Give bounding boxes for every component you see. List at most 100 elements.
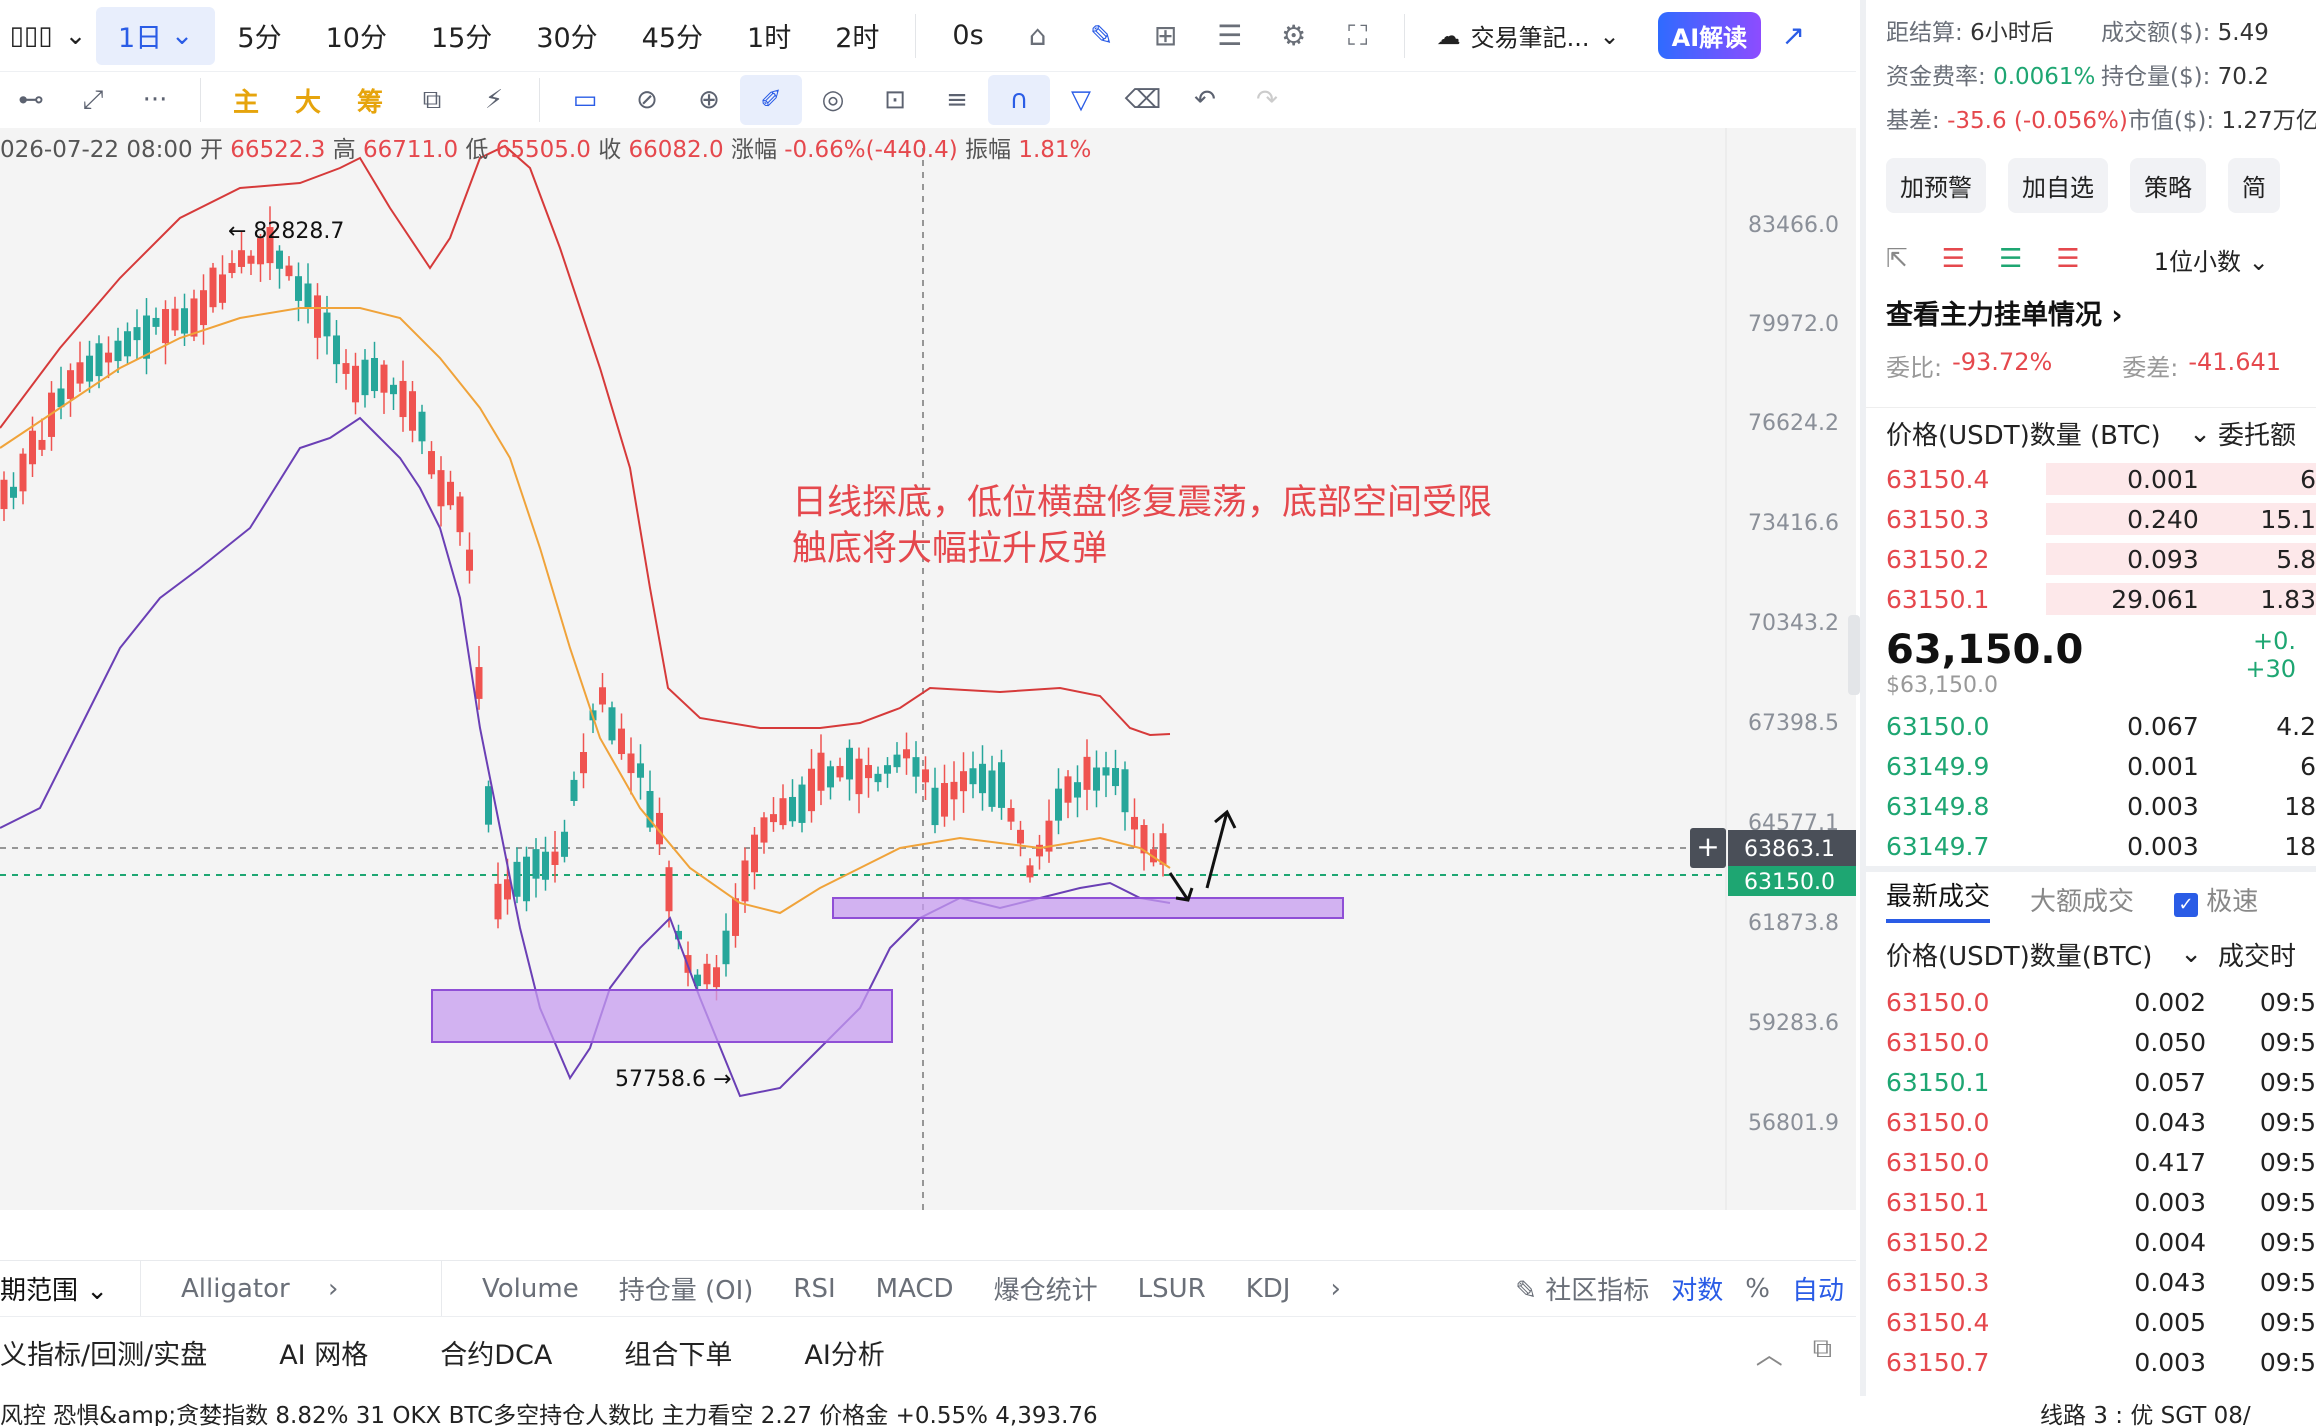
decimal-selector[interactable]: 1位小数 ⌄ <box>2154 242 2269 277</box>
add-chart-icon[interactable]: ⊞ <box>1134 7 1198 65</box>
list-icon[interactable]: ☰ <box>1198 7 1262 65</box>
more-tools-button[interactable]: ··· <box>124 75 186 125</box>
log-scale-toggle[interactable]: 对数 <box>1671 1270 1723 1307</box>
chevron-down-icon[interactable]: ⌄ <box>2182 419 2218 449</box>
interval-1h[interactable]: 1时 <box>725 7 813 65</box>
settings-icon[interactable]: ⚙ <box>1262 7 1326 65</box>
big-order-button[interactable]: 大 <box>277 75 339 125</box>
interval-15m[interactable]: 15分 <box>409 7 514 65</box>
feature-tab-strategy[interactable]: 义指标/回测/实盘 <box>0 1333 243 1372</box>
tab-rsi[interactable]: RSI <box>773 1274 855 1304</box>
chevron-right-icon[interactable]: › <box>1310 1274 1360 1304</box>
edit-list-icon[interactable]: ≡ <box>926 75 988 125</box>
community-indicators-button[interactable]: ✎ 社区指标 <box>1515 1270 1649 1307</box>
chart-annotation[interactable]: 日线探底，低位横盘修复震荡，底部空间受限 触底将大幅拉升反弹 <box>792 480 1492 572</box>
interval-2h[interactable]: 2时 <box>813 7 901 65</box>
magnet-icon[interactable]: ∩ <box>988 75 1050 125</box>
big-order-link[interactable]: 查看主力挂单情况 › <box>1866 287 2316 338</box>
simple-button[interactable]: 简 <box>2228 158 2280 213</box>
orderbook-asks-icon[interactable]: ☰ <box>2056 244 2079 274</box>
chart-type-selector[interactable]: ▯▯▯ ⌄ <box>0 21 96 51</box>
brush-icon[interactable]: ✐ <box>740 75 802 125</box>
export-icon[interactable]: ⇱ <box>1886 244 1908 274</box>
feature-tab-combo-order[interactable]: 组合下单 <box>588 1333 768 1372</box>
trade-time: 09:5 <box>2259 1227 2316 1257</box>
tab-volume[interactable]: Volume <box>442 1274 599 1304</box>
auto-scale-toggle[interactable]: 自动 <box>1792 1270 1844 1307</box>
feature-tab-dca[interactable]: 合约DCA <box>404 1333 588 1372</box>
measure-icon[interactable]: ⊘ <box>616 75 678 125</box>
orderbook-row[interactable]: 63150.2 0.093 5.8 <box>1866 539 2316 579</box>
trade-time: 09:5 <box>2259 1267 2316 1297</box>
chevron-down-icon[interactable]: ⌄ <box>2164 939 2218 969</box>
bookmark-icon[interactable]: ▭ <box>554 75 616 125</box>
tab-lsur[interactable]: LSUR <box>1118 1274 1226 1304</box>
candle-body <box>1017 829 1024 844</box>
interval-1d[interactable]: 1日 ⌄ <box>96 6 216 65</box>
feature-tab-ai-grid[interactable]: AI 网格 <box>243 1333 404 1372</box>
tab-kdj[interactable]: KDJ <box>1226 1274 1311 1304</box>
candle-body <box>1055 788 1062 821</box>
fullscreen-icon[interactable]: ⛶ <box>1326 7 1390 65</box>
share-icon[interactable]: ↗ <box>1761 7 1825 65</box>
orderbook-row[interactable]: 63150.1 29.061 1.83 <box>1866 579 2316 619</box>
fast-mode-toggle[interactable]: ✓ 极速 <box>2174 881 2258 918</box>
ruler-icon[interactable]: ⊷ <box>0 75 62 125</box>
undo-icon[interactable]: ↶ <box>1174 75 1236 125</box>
tab-liquidation[interactable]: 爆仓统计 <box>974 1270 1118 1307</box>
trendline-icon[interactable]: ⤢ <box>62 75 124 125</box>
price-change: +0. <box>2252 627 2296 655</box>
orderbook-both-icon[interactable]: ☰ <box>1942 244 1965 274</box>
camera-icon[interactable]: ⌂ <box>1006 7 1070 65</box>
pencil-icon[interactable]: ✎ <box>1070 7 1134 65</box>
orderbook-row[interactable]: 63149.8 0.003 18 <box>1866 786 2316 826</box>
percent-scale-toggle[interactable]: % <box>1745 1274 1770 1304</box>
ai-interpret-button[interactable]: AI解读 <box>1657 12 1762 59</box>
candle-body <box>732 898 739 936</box>
glasses-icon[interactable]: ◎ <box>802 75 864 125</box>
tab-open-interest[interactable]: 持仓量 (OI) <box>599 1270 774 1307</box>
orderbook-row[interactable]: 63150.0 0.067 4.2 <box>1866 706 2316 746</box>
interval-30m[interactable]: 30分 <box>514 7 619 65</box>
orderbook-bids-icon[interactable]: ☰ <box>1999 244 2022 274</box>
panel-collapse-handle[interactable] <box>1848 615 1860 695</box>
alligator-tab[interactable]: Alligator › <box>141 1274 441 1304</box>
add-watchlist-button[interactable]: 加自选 <box>2008 158 2108 213</box>
add-alert-button[interactable]: 加预警 <box>1886 158 1986 213</box>
orderbook-price: 63150.1 <box>1886 584 1990 614</box>
candle-body <box>304 283 312 308</box>
orderbook-row[interactable]: 63150.4 0.001 6 <box>1866 459 2316 499</box>
expand-icon[interactable]: ⧉ <box>1813 1333 1832 1372</box>
orderbook-row[interactable]: 63149.9 0.001 6 <box>1866 746 2316 786</box>
interval-5m[interactable]: 5分 <box>215 7 303 65</box>
chevron-up-icon[interactable]: ︿ <box>1756 1333 1783 1372</box>
magic-wand-icon[interactable]: ⚡ <box>463 75 525 125</box>
candle-body <box>133 327 141 341</box>
main-force-button[interactable]: 主 <box>215 75 277 125</box>
orderbook-row[interactable]: 63149.7 0.003 18 <box>1866 826 2316 866</box>
trade-note-dropdown[interactable]: ☁ 交易筆記... ⌄ <box>1419 18 1638 53</box>
chip-button[interactable]: 筹 <box>339 75 401 125</box>
interval-45m[interactable]: 45分 <box>620 7 725 65</box>
price-chart[interactable]: 83466.0 79972.0 76624.2 73416.6 70343.2 67398… <box>0 128 1856 1252</box>
ticker-right-text: 线路 3 : 优 SGT 08/ <box>2040 1403 2251 1426</box>
trash-icon[interactable]: ⌫ <box>1112 75 1174 125</box>
zoom-in-icon[interactable]: ⊕ <box>678 75 740 125</box>
filter-icon[interactable]: ▽ <box>1050 75 1112 125</box>
range-selector[interactable]: 期范围 ⌄ <box>0 1270 140 1307</box>
transform-icon[interactable]: ⧉ <box>401 75 463 125</box>
strategy-button[interactable]: 策略 <box>2130 158 2206 213</box>
orderbook-header: 价格(USDT) 数量 (BTC) ⌄ 委托额 <box>1866 407 2316 459</box>
chart-canvas[interactable]: 83466.0 79972.0 76624.2 73416.6 70343.2 67398… <box>0 128 1856 1252</box>
orderbook-row[interactable]: 63150.3 0.240 15.1 <box>1866 499 2316 539</box>
tab-big-trades[interactable]: 大额成交 <box>2030 881 2134 918</box>
interval-10m[interactable]: 10分 <box>304 7 409 65</box>
candle-body <box>770 814 777 823</box>
tab-macd[interactable]: MACD <box>856 1274 974 1304</box>
redo-icon[interactable]: ↷ <box>1236 75 1298 125</box>
trade-qty: 0.417 <box>2134 1147 2206 1177</box>
tab-latest-trades[interactable]: 最新成交 <box>1886 876 1991 923</box>
feature-tab-ai-analysis[interactable]: AI分析 <box>768 1333 920 1372</box>
trade-price: 63150.0 <box>1886 987 1990 1017</box>
lock-icon[interactable]: ⊡ <box>864 75 926 125</box>
